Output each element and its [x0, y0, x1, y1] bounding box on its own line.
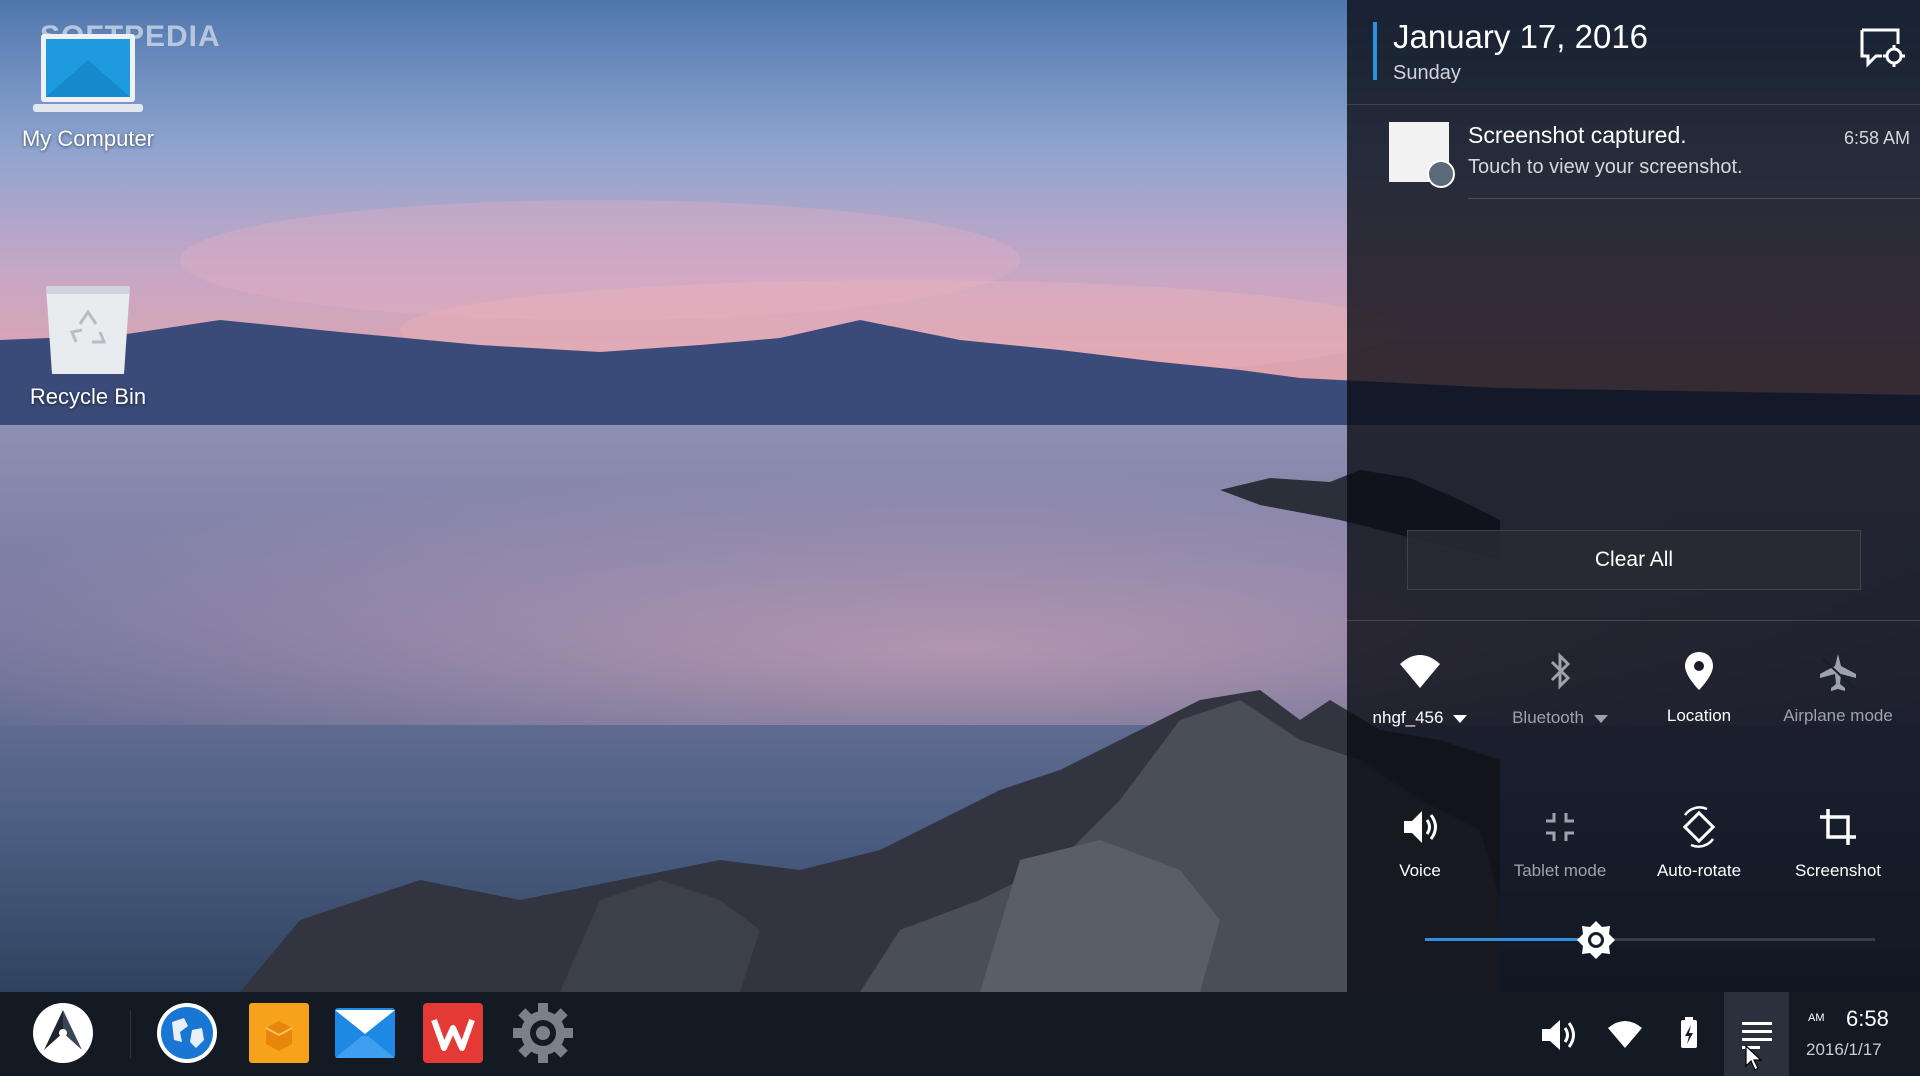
tile-screenshot[interactable]: Screenshot — [1768, 805, 1908, 915]
tile-wifi[interactable]: nhgf_456 — [1350, 650, 1490, 760]
notification-time: 6:58 AM — [1843, 128, 1910, 148]
tile-label: Screenshot — [1795, 861, 1881, 880]
email-icon[interactable] — [332, 1000, 398, 1066]
tile-label: nhgf_456 — [1372, 708, 1444, 727]
location-pin-icon — [1685, 652, 1713, 690]
battery-icon[interactable] — [1666, 1012, 1712, 1058]
speaker-icon — [1404, 811, 1437, 843]
dropdown-caret-icon[interactable] — [1453, 714, 1468, 723]
clock-ampm: AM — [1808, 1012, 1825, 1024]
dropdown-caret-icon[interactable] — [1593, 714, 1608, 723]
browser-globe-icon[interactable] — [154, 1000, 220, 1066]
clock-time[interactable]: 6:58 — [1846, 1006, 1889, 1032]
tile-label: Airplane mode — [1783, 706, 1893, 725]
panel-header: January 17, 2016 Sunday — [1347, 0, 1920, 105]
tile-label: Voice — [1399, 861, 1441, 880]
header-accent-bar — [1373, 22, 1377, 80]
airplane-icon — [1820, 654, 1856, 691]
notification-screenshot[interactable]: Screenshot captured. Touch to view your … — [1347, 108, 1920, 199]
wifi-icon — [1400, 655, 1440, 688]
brightness-slider[interactable] — [1425, 920, 1875, 960]
wps-office-icon[interactable] — [420, 1000, 486, 1066]
recycle-bin-icon — [46, 286, 130, 374]
tile-label: Tablet mode — [1513, 861, 1607, 880]
settings-gear-icon[interactable] — [510, 1000, 576, 1066]
start-menu-icon[interactable] — [30, 1000, 96, 1066]
tile-label: Bluetooth — [1512, 708, 1584, 727]
tile-airplane-mode[interactable]: Airplane mode — [1768, 650, 1908, 760]
tile-tablet-mode[interactable]: Tablet mode — [1490, 805, 1630, 915]
clock-date[interactable]: 2016/1/17 — [1806, 1040, 1882, 1060]
tablet-mode-icon — [1546, 813, 1574, 841]
brightness-sun-icon[interactable] — [1576, 920, 1616, 960]
taskbar: AM 6:58 2016/1/17 — [0, 992, 1920, 1076]
auto-rotate-icon — [1682, 806, 1716, 848]
panel-date: January 17, 2016 — [1393, 18, 1649, 55]
tile-label: Auto-rotate — [1656, 861, 1742, 880]
desktop-icon-label: Recycle Bin — [29, 384, 147, 409]
tile-label: Location — [1666, 706, 1732, 725]
clear-all-button[interactable]: Clear All — [1407, 530, 1861, 590]
volume-icon[interactable] — [1536, 1012, 1582, 1058]
wifi-icon[interactable] — [1602, 1012, 1648, 1058]
quick-settings-divider — [1347, 620, 1920, 621]
taskbar-separator — [130, 1010, 131, 1058]
notification-settings-icon[interactable] — [1858, 26, 1906, 68]
file-manager-icon[interactable] — [246, 1000, 312, 1066]
laptop-icon — [33, 34, 143, 112]
tile-location[interactable]: Location — [1629, 650, 1769, 760]
notification-divider — [1468, 198, 1920, 199]
tile-voice[interactable]: Voice — [1350, 805, 1490, 915]
desktop-icon-my-computer[interactable]: My Computer — [8, 30, 168, 152]
notification-thumbnail — [1389, 122, 1455, 188]
bluetooth-icon — [1550, 652, 1571, 690]
notification-body: Touch to view your screenshot. — [1468, 156, 1743, 178]
slider-fill — [1425, 938, 1596, 941]
notification-panel: January 17, 2016 Sunday Screenshot captu… — [1347, 0, 1920, 992]
screenshot-badge-icon — [1427, 160, 1455, 188]
notification-title: Screenshot captured. — [1468, 122, 1687, 148]
crop-icon — [1820, 809, 1856, 845]
desktop-icon-recycle-bin[interactable]: Recycle Bin — [8, 280, 168, 410]
panel-day: Sunday — [1393, 62, 1461, 84]
desktop-icon-label: My Computer — [21, 126, 155, 151]
notification-center-button[interactable] — [1724, 992, 1789, 1076]
tile-bluetooth[interactable]: Bluetooth — [1490, 650, 1630, 760]
tile-auto-rotate[interactable]: Auto-rotate — [1629, 805, 1769, 915]
mouse-cursor-icon — [1745, 1044, 1763, 1071]
